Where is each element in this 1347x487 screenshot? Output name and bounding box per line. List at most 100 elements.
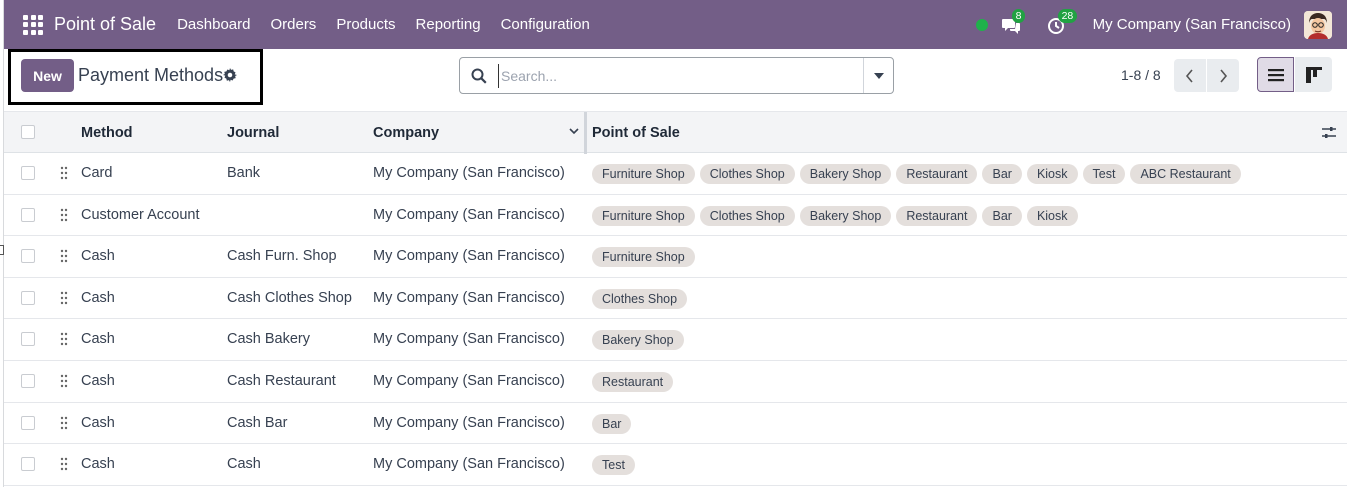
- cell-company: My Company (San Francisco): [373, 248, 565, 265]
- activity-clock-icon[interactable]: 28: [1047, 8, 1078, 35]
- pager-next-button[interactable]: [1207, 59, 1239, 92]
- cell-method: Card: [81, 165, 113, 181]
- nav-products[interactable]: Products: [336, 16, 395, 33]
- table-row[interactable]: Cash Cash Bar My Company (San Francisco) Ba…: [4, 403, 1347, 445]
- cell-method: Cash: [81, 372, 115, 389]
- search-options-toggle[interactable]: [863, 58, 893, 93]
- drag-handle-icon[interactable]: [60, 249, 68, 263]
- cell-point-of-sale: Furniture Shop: [592, 247, 695, 268]
- company-switcher[interactable]: My Company (San Francisco): [1093, 16, 1291, 33]
- cell-method: Cash: [81, 414, 115, 431]
- table-row[interactable]: Card Bank My Company (San Francisco) Furnit…: [4, 153, 1347, 195]
- table-row[interactable]: Cash Cash Clothes Shop My Company (San Fra…: [4, 278, 1347, 320]
- search-icon: [471, 68, 487, 84]
- row-checkbox[interactable]: [21, 415, 35, 430]
- list-view-icon: [1267, 68, 1284, 81]
- cell-method: Cash: [81, 456, 115, 473]
- cell-method: Cash: [81, 248, 115, 265]
- caret-down-icon: [873, 72, 884, 79]
- column-company[interactable]: Company: [373, 125, 439, 141]
- drag-handle-icon[interactable]: [60, 332, 68, 346]
- pos-tag: Clothes Shop: [592, 288, 688, 309]
- pager-value[interactable]: 1-8 / 8: [1121, 67, 1161, 83]
- nav-dashboard[interactable]: Dashboard: [177, 16, 250, 33]
- cell-journal: Bank: [227, 165, 261, 181]
- pos-tag: Bakery Shop: [799, 164, 892, 184]
- pos-tag: Restaurant: [896, 205, 978, 226]
- drag-handle-icon[interactable]: [60, 291, 68, 305]
- new-button[interactable]: New: [21, 59, 74, 92]
- pos-tag: Clothes Shop: [699, 164, 795, 184]
- chat-icon[interactable]: 8: [1001, 8, 1026, 35]
- cell-point-of-sale: Test: [592, 455, 635, 476]
- nav-orders[interactable]: Orders: [270, 16, 316, 33]
- table-row[interactable]: Cash Cash Restaurant My Company (San Franc…: [4, 361, 1347, 403]
- pos-tag: ABC Restaurant: [1130, 164, 1241, 184]
- cell-journal: Cash: [227, 456, 261, 473]
- user-avatar[interactable]: [1304, 10, 1332, 39]
- pos-tag: Bar: [592, 413, 632, 434]
- cell-company: My Company (San Francisco): [373, 414, 565, 431]
- drag-handle-icon[interactable]: [60, 457, 68, 471]
- apps-grid-icon[interactable]: [23, 14, 43, 35]
- table-row[interactable]: Cash Cash Bakery My Company (San Francisco…: [4, 319, 1347, 361]
- drag-handle-icon[interactable]: [60, 374, 68, 388]
- pos-tag: Furniture Shop: [592, 164, 695, 184]
- activities-badge: 28: [1057, 8, 1078, 23]
- kanban-view-icon: [1305, 66, 1322, 83]
- chevron-left-icon: [1185, 68, 1193, 83]
- column-journal[interactable]: Journal: [227, 125, 279, 141]
- cell-company: My Company (San Francisco): [373, 331, 565, 348]
- table-row[interactable]: Cash Cash Furn. Shop My Company (San Franc…: [4, 236, 1347, 278]
- cell-method: Customer Account: [81, 206, 200, 223]
- pos-tag: Restaurant: [896, 164, 978, 184]
- pos-tag: Kiosk: [1026, 164, 1078, 184]
- pos-tag: Kiosk: [1026, 205, 1078, 226]
- row-checkbox[interactable]: [21, 332, 35, 347]
- messages-badge: 8: [1011, 8, 1026, 23]
- pos-tag: Test: [592, 455, 635, 476]
- gear-icon[interactable]: [223, 68, 237, 82]
- cell-company: My Company (San Francisco): [373, 372, 565, 389]
- table-row[interactable]: Customer Account My Company (San Francisc…: [4, 195, 1347, 237]
- control-panel: New Payment Methods 1-8 / 8: [4, 49, 1347, 111]
- chevron-right-icon: [1220, 68, 1228, 83]
- kanban-view-button[interactable]: [1295, 57, 1332, 92]
- app-title[interactable]: Point of Sale: [54, 14, 156, 35]
- column-method[interactable]: Method: [81, 125, 133, 141]
- chevron-down-icon[interactable]: [569, 126, 579, 136]
- cell-company: My Company (San Francisco): [373, 206, 565, 223]
- nav-configuration[interactable]: Configuration: [501, 16, 590, 33]
- pos-tag: Furniture Shop: [592, 205, 695, 226]
- cell-point-of-sale: Bakery Shop: [592, 330, 684, 351]
- cell-company: My Company (San Francisco): [373, 456, 565, 473]
- drag-handle-icon[interactable]: [60, 416, 68, 430]
- cell-method: Cash: [81, 331, 115, 348]
- column-resize-handle[interactable]: [584, 112, 587, 154]
- row-checkbox[interactable]: [21, 290, 35, 305]
- top-navbar: Point of Sale Dashboard Orders Products …: [4, 0, 1347, 49]
- pager-previous-button[interactable]: [1174, 59, 1206, 92]
- optional-columns-icon[interactable]: [1321, 125, 1337, 141]
- cell-method: Cash: [81, 289, 115, 306]
- table-body: Card Bank My Company (San Francisco) Furnit…: [4, 153, 1347, 486]
- row-checkbox[interactable]: [21, 207, 35, 222]
- row-checkbox[interactable]: [21, 373, 35, 388]
- row-checkbox[interactable]: [21, 457, 35, 472]
- row-checkbox[interactable]: [21, 249, 35, 264]
- table-row[interactable]: Cash Cash My Company (San Francisco) Test: [4, 444, 1347, 486]
- cell-point-of-sale: Clothes Shop: [592, 288, 688, 309]
- drag-handle-icon[interactable]: [60, 208, 68, 222]
- list-view-button[interactable]: [1257, 57, 1294, 92]
- nav-reporting[interactable]: Reporting: [416, 16, 481, 33]
- column-point-of-sale[interactable]: Point of Sale: [592, 125, 680, 141]
- cell-point-of-sale: Restaurant: [592, 371, 674, 392]
- pos-tag: Bakery Shop: [592, 330, 684, 351]
- search-input[interactable]: [498, 64, 858, 88]
- row-checkbox[interactable]: [21, 166, 35, 180]
- pos-tag: Bakery Shop: [799, 205, 892, 226]
- cell-point-of-sale: Furniture Shop Clothes Shop Bakery Shop Res…: [592, 205, 1078, 226]
- pos-tag: Bar: [982, 164, 1022, 184]
- drag-handle-icon[interactable]: [60, 166, 68, 180]
- select-all-checkbox[interactable]: [21, 125, 35, 139]
